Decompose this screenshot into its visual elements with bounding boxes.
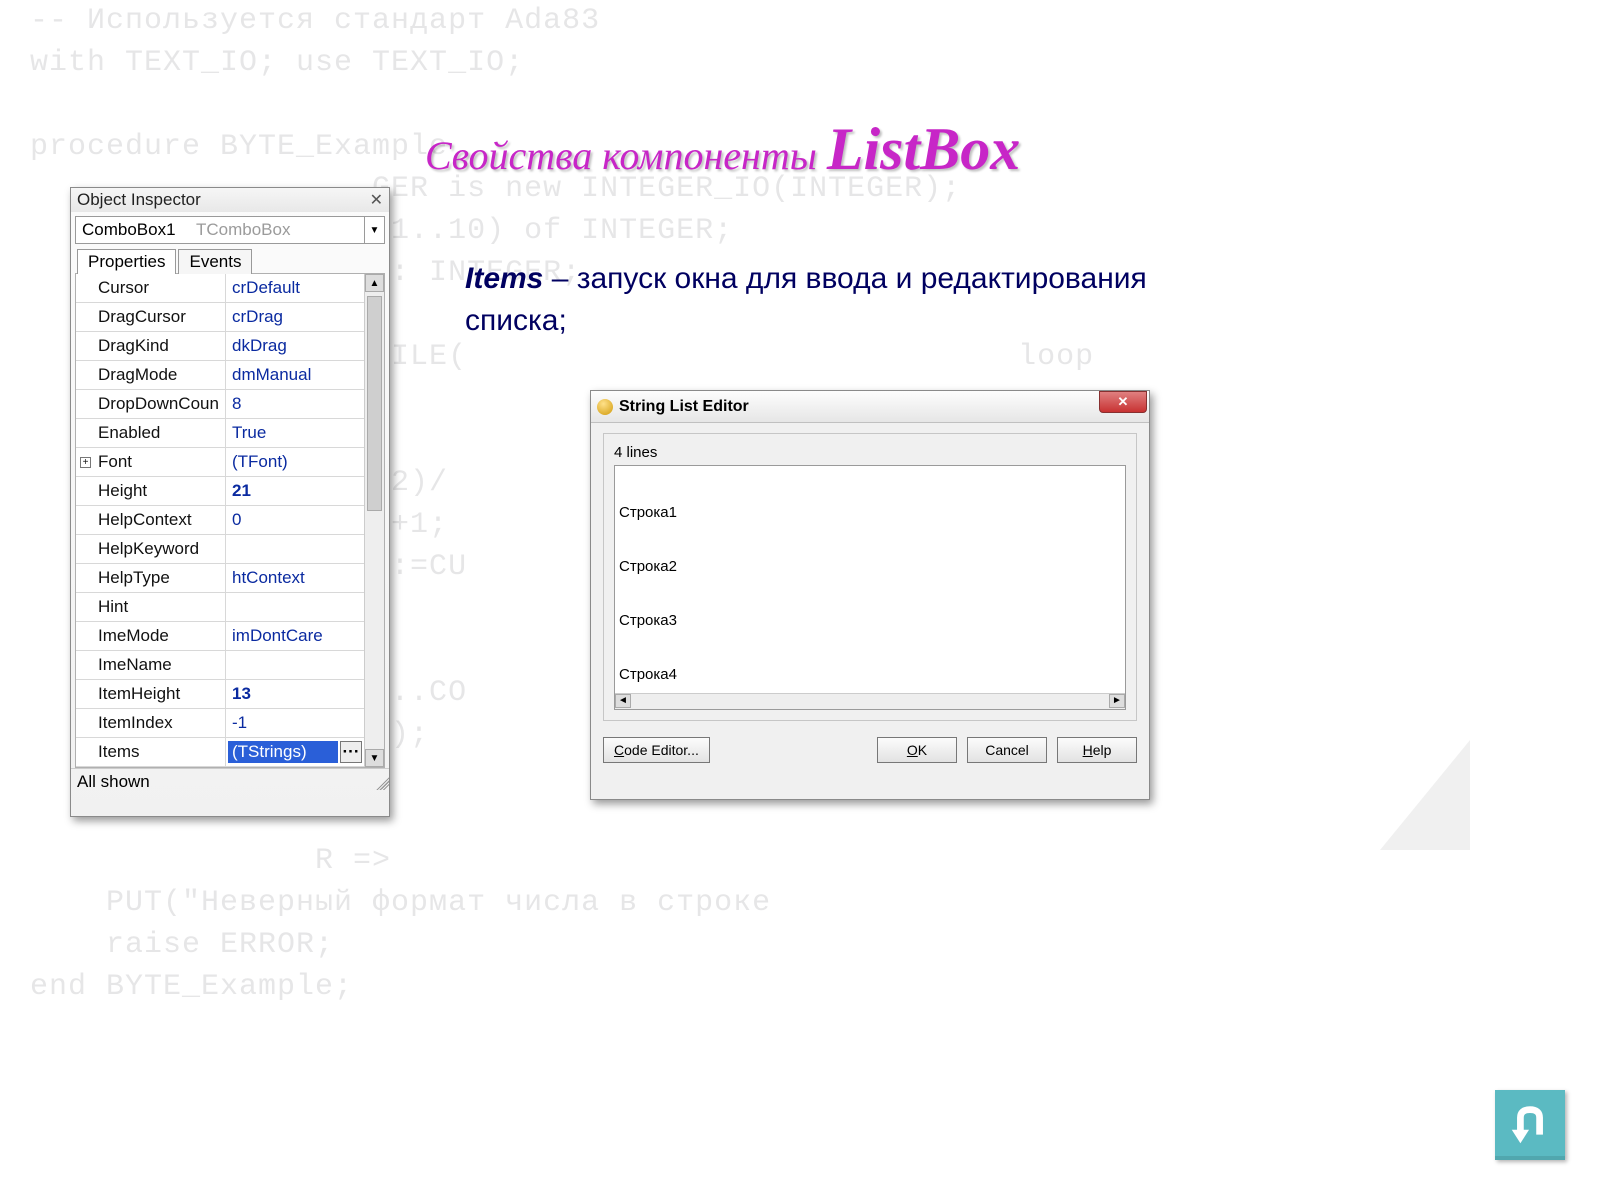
property-value[interactable]: htContext bbox=[226, 568, 364, 588]
property-row[interactable]: CursorcrDefault bbox=[76, 274, 364, 303]
property-value[interactable]: (TStrings) bbox=[228, 741, 338, 763]
scroll-down-icon[interactable]: ▼ bbox=[365, 749, 384, 767]
property-value[interactable]: 0 bbox=[226, 510, 364, 530]
property-row[interactable]: HelpKeyword bbox=[76, 535, 364, 564]
string-list-editor-window: String List Editor ✕ 4 lines Строка1 Стр… bbox=[590, 390, 1150, 800]
property-name: DropDownCoun bbox=[76, 390, 226, 418]
uturn-icon bbox=[1506, 1101, 1554, 1149]
property-name: ItemIndex bbox=[76, 709, 226, 737]
line-count-label: 4 lines bbox=[614, 444, 1126, 461]
property-name: DragCursor bbox=[76, 303, 226, 331]
property-value[interactable]: imDontCare bbox=[226, 626, 364, 646]
property-name: HelpKeyword bbox=[76, 535, 226, 563]
return-button[interactable] bbox=[1495, 1090, 1565, 1160]
property-name: Enabled bbox=[76, 419, 226, 447]
editor-body: 4 lines Строка1 Строка2 Строка3 Строка4 … bbox=[603, 433, 1137, 721]
property-name: ImeName bbox=[76, 651, 226, 679]
property-value[interactable]: (TFont) bbox=[226, 452, 364, 472]
property-row[interactable]: ItemIndex-1 bbox=[76, 709, 364, 738]
property-name: Hint bbox=[76, 593, 226, 621]
list-line: Строка3 bbox=[619, 612, 1121, 630]
property-value[interactable]: -1 bbox=[226, 713, 364, 733]
ok-button[interactable]: OK bbox=[877, 737, 957, 763]
property-name: Height bbox=[76, 477, 226, 505]
description: Items – запуск окна для ввода и редактир… bbox=[465, 258, 1155, 342]
property-name: HelpContext bbox=[76, 506, 226, 534]
object-inspector-title: Object Inspector bbox=[77, 190, 201, 210]
property-name: DragKind bbox=[76, 332, 226, 360]
property-value[interactable]: 8 bbox=[226, 394, 364, 414]
page-title-prefix: Свойства компоненты bbox=[425, 133, 827, 178]
property-row[interactable]: ImeModeimDontCare bbox=[76, 622, 364, 651]
property-row[interactable]: DragCursorcrDrag bbox=[76, 303, 364, 332]
property-row[interactable]: HelpContext0 bbox=[76, 506, 364, 535]
status-text: All shown bbox=[77, 772, 150, 792]
property-value[interactable]: crDrag bbox=[226, 307, 364, 327]
property-name: DragMode bbox=[76, 361, 226, 389]
cancel-button[interactable]: Cancel bbox=[967, 737, 1047, 763]
string-list-textarea[interactable]: Строка1 Строка2 Строка3 Строка4 ◄ ► bbox=[614, 465, 1126, 710]
chevron-down-icon[interactable]: ▼ bbox=[364, 217, 384, 243]
scroll-left-icon[interactable]: ◄ bbox=[615, 694, 631, 708]
delphi-icon bbox=[597, 399, 613, 415]
property-row[interactable]: DragKinddkDrag bbox=[76, 332, 364, 361]
property-name: ImeMode bbox=[76, 622, 226, 650]
list-line: Строка1 bbox=[619, 504, 1121, 522]
description-text: – запуск окна для ввода и редактирования… bbox=[465, 262, 1147, 337]
scroll-up-icon[interactable]: ▲ bbox=[365, 274, 384, 292]
property-row[interactable]: EnabledTrue bbox=[76, 419, 364, 448]
property-value[interactable]: dkDrag bbox=[226, 336, 364, 356]
property-value[interactable]: 13 bbox=[226, 684, 364, 704]
component-type: TComboBox bbox=[196, 220, 364, 240]
property-row[interactable]: ItemHeight13 bbox=[76, 680, 364, 709]
page-curl-shadow bbox=[1380, 740, 1470, 850]
window-close-button[interactable]: ✕ bbox=[1099, 391, 1147, 413]
property-row[interactable]: Height21 bbox=[76, 477, 364, 506]
property-name: ItemHeight bbox=[76, 680, 226, 708]
description-keyword: Items bbox=[465, 262, 543, 295]
scroll-right-icon[interactable]: ► bbox=[1109, 694, 1125, 708]
horizontal-scrollbar[interactable]: ◄ ► bbox=[615, 693, 1125, 709]
property-row[interactable]: Items(TStrings)··· bbox=[76, 738, 364, 767]
property-value[interactable]: crDefault bbox=[226, 278, 364, 298]
resize-grip-icon[interactable] bbox=[373, 774, 389, 790]
component-selector[interactable]: ComboBox1 TComboBox ▼ bbox=[75, 216, 385, 244]
string-list-editor-titlebar[interactable]: String List Editor ✕ bbox=[591, 391, 1149, 423]
code-editor-button[interactable]: Code Editor... bbox=[603, 737, 710, 763]
tab-events[interactable]: Events bbox=[178, 249, 252, 274]
property-name: +Font bbox=[76, 448, 226, 476]
property-name: HelpType bbox=[76, 564, 226, 592]
component-name: ComboBox1 bbox=[76, 220, 196, 240]
inspector-tabs: Properties Events bbox=[77, 248, 383, 273]
property-row[interactable]: DragModedmManual bbox=[76, 361, 364, 390]
property-row[interactable]: DropDownCoun8 bbox=[76, 390, 364, 419]
property-value[interactable]: True bbox=[226, 423, 364, 443]
scroll-thumb[interactable] bbox=[367, 296, 382, 511]
property-row[interactable]: +Font(TFont) bbox=[76, 448, 364, 477]
page-title: Свойства компоненты ListBox bbox=[425, 115, 1020, 184]
status-bar: All shown bbox=[71, 768, 389, 794]
expand-icon[interactable]: + bbox=[80, 457, 91, 468]
list-line: Строка4 bbox=[619, 666, 1121, 684]
vertical-scrollbar[interactable]: ▲ ▼ bbox=[364, 274, 384, 767]
object-inspector-window: Object Inspector ✕ ComboBox1 TComboBox ▼… bbox=[70, 187, 390, 817]
object-inspector-titlebar[interactable]: Object Inspector ✕ bbox=[71, 188, 389, 212]
tab-properties[interactable]: Properties bbox=[77, 249, 176, 274]
list-line: Строка2 bbox=[619, 558, 1121, 576]
property-name: Items bbox=[76, 738, 226, 766]
property-value[interactable]: 21 bbox=[226, 481, 364, 501]
property-name: Cursor bbox=[76, 274, 226, 302]
help-button[interactable]: Help bbox=[1057, 737, 1137, 763]
close-icon[interactable]: ✕ bbox=[370, 190, 383, 210]
property-row[interactable]: HelpTypehtContext bbox=[76, 564, 364, 593]
property-row[interactable]: Hint bbox=[76, 593, 364, 622]
property-value[interactable]: dmManual bbox=[226, 365, 364, 385]
property-grid: CursorcrDefaultDragCursorcrDragDragKindd… bbox=[75, 273, 385, 768]
page-title-component: ListBox bbox=[827, 116, 1020, 182]
property-row[interactable]: ImeName bbox=[76, 651, 364, 680]
string-list-editor-title: String List Editor bbox=[619, 398, 749, 416]
ellipsis-button[interactable]: ··· bbox=[340, 741, 362, 763]
